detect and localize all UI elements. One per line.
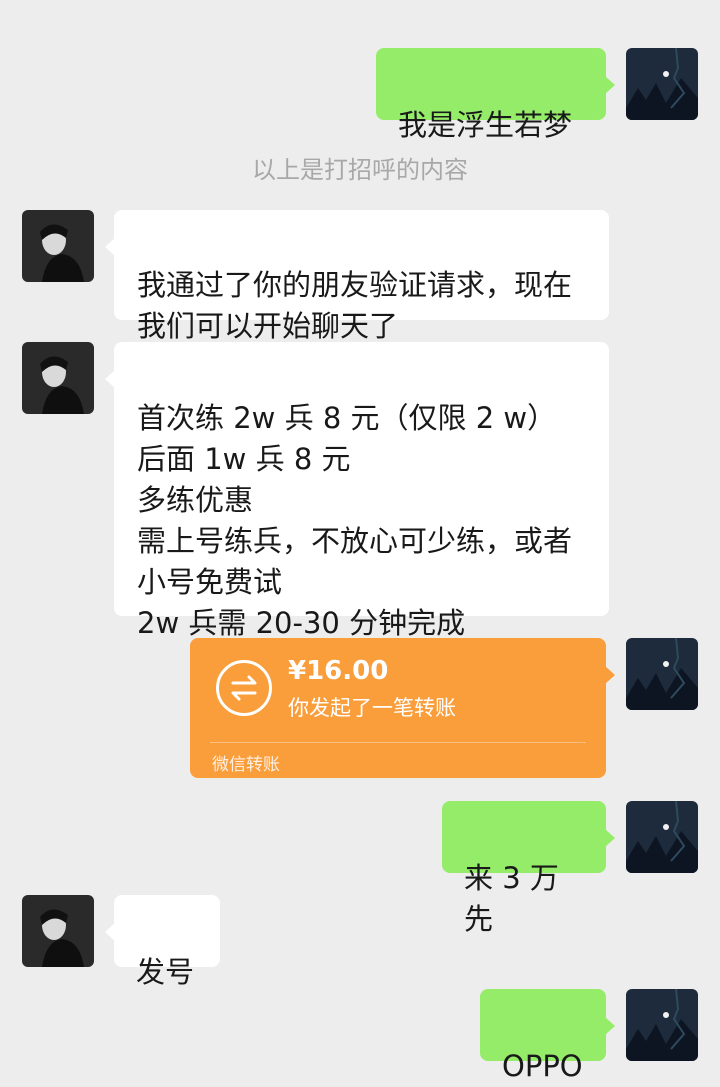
night-sky-moon-icon [626, 989, 698, 1061]
contact-avatar[interactable] [22, 342, 94, 414]
self-avatar[interactable] [626, 989, 698, 1061]
transfer-amount: ¥16.00 [288, 656, 389, 686]
self-avatar[interactable] [626, 638, 698, 710]
message-bubble-contact[interactable]: 我通过了你的朋友验证请求，现在 我们可以开始聊天了 [105, 210, 609, 343]
message-text: 来 3 万先 [464, 861, 559, 936]
message-text: 首次练 2w 兵 8 元（仅限 2 w） 后面 1w 兵 8 元 多练优惠 需上… [137, 401, 573, 640]
transfer-arrows-icon [216, 660, 272, 716]
night-sky-moon-icon [626, 638, 698, 710]
transfer-divider [210, 742, 586, 743]
message-bubble-contact[interactable]: 首次练 2w 兵 8 元（仅限 2 w） 后面 1w 兵 8 元 多练优惠 需上… [105, 342, 609, 640]
night-sky-moon-icon [626, 48, 698, 120]
message-bubble-self[interactable]: OPPO [480, 989, 615, 1083]
message-bubble-self[interactable]: 我是浮生若梦 [376, 48, 615, 142]
transfer-brand: 微信转账 [212, 755, 280, 775]
night-sky-moon-icon [626, 801, 698, 873]
self-avatar[interactable] [626, 801, 698, 873]
system-notice: 以上是打招呼的内容 [252, 156, 468, 184]
message-text: OPPO [502, 1049, 583, 1083]
message-text: 发号 [136, 955, 195, 989]
transfer-description: 你发起了一笔转账 [288, 696, 456, 720]
portrait-bw-icon [22, 210, 94, 282]
contact-avatar[interactable] [22, 210, 94, 282]
contact-avatar[interactable] [22, 895, 94, 967]
portrait-bw-icon [22, 895, 94, 967]
portrait-bw-icon [22, 342, 94, 414]
message-bubble-contact[interactable]: 发号 [105, 895, 220, 989]
self-avatar[interactable] [626, 48, 698, 120]
transfer-card[interactable]: ¥16.00 你发起了一笔转账 微信转账 [190, 638, 615, 778]
message-text: 我是浮生若梦 [398, 108, 573, 142]
message-bubble-self[interactable]: 来 3 万先 [442, 801, 615, 936]
message-text: 我通过了你的朋友验证请求，现在 我们可以开始聊天了 [137, 268, 573, 343]
